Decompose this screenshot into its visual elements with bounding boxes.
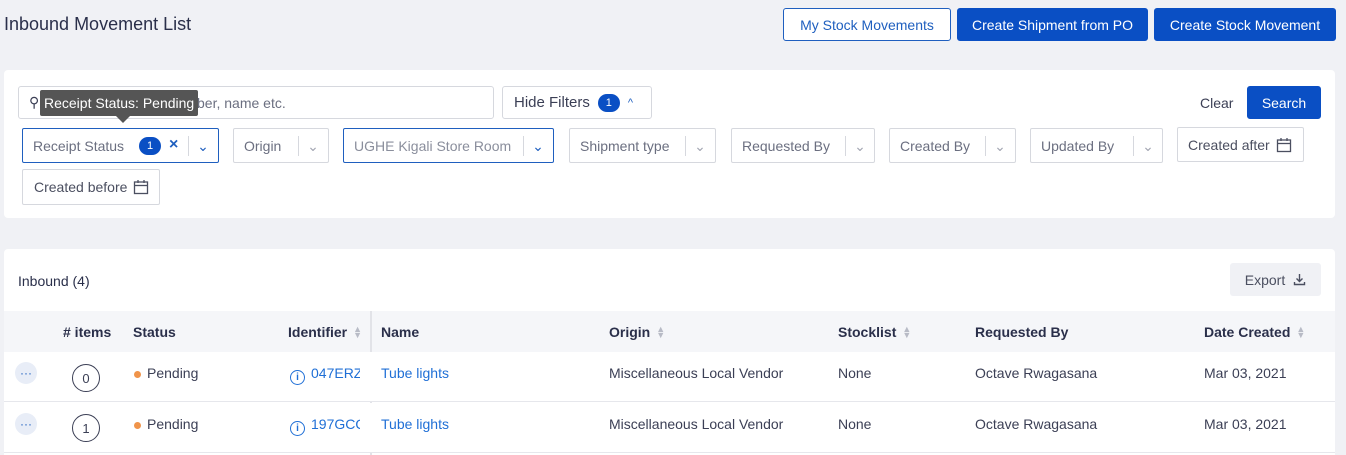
clear-button[interactable]: Clear — [1200, 95, 1233, 111]
calendar-icon — [134, 180, 149, 195]
updated-by-filter[interactable]: Updated By ⌄ — [1030, 128, 1163, 163]
status-cell: Pending — [134, 416, 198, 432]
row-actions-button[interactable]: ··· — [15, 413, 37, 435]
column-stocklist[interactable]: Stocklist ▲ ▼ — [838, 324, 911, 340]
stocklist-cell: None — [838, 365, 872, 381]
column-date-created[interactable]: Date Created ▲ ▼ — [1204, 324, 1305, 340]
hide-filters-label: Hide Filters — [514, 94, 590, 111]
requested-by-cell: Octave Rwagasana — [975, 365, 1098, 381]
created-by-label: Created By — [900, 137, 971, 154]
search-icon: ⚲ — [29, 94, 40, 110]
destination-filter-value: UGHE Kigali Store Room — [354, 137, 512, 154]
sort-icon: ▲ ▼ — [656, 324, 666, 340]
column-items[interactable]: # items — [63, 324, 111, 340]
name-link[interactable]: Tube lights — [381, 365, 449, 381]
receipt-status-filter[interactable]: Receipt Status 1 × ⌄ — [22, 128, 219, 163]
search-button[interactable]: Search — [1247, 86, 1321, 119]
info-icon: i — [290, 370, 305, 385]
requested-by-cell: Octave Rwagasana — [975, 416, 1098, 432]
origin-filter[interactable]: Origin ⌄ — [233, 128, 329, 163]
date-created-cell: Mar 03, 2021 — [1204, 365, 1287, 381]
hide-filters-button[interactable]: Hide Filters 1 ^ — [502, 86, 652, 119]
destination-filter[interactable]: UGHE Kigali Store Room ⌄ — [343, 128, 554, 163]
origin-cell: Miscellaneous Local Vendor — [609, 365, 784, 381]
column-requested-by[interactable]: Requested By — [975, 324, 1068, 340]
status-dot — [134, 370, 141, 378]
origin-filter-label: Origin — [244, 137, 282, 154]
column-name[interactable]: Name — [381, 324, 419, 340]
status-cell: Pending — [134, 365, 198, 381]
identifier-link[interactable]: i197GCQ — [290, 416, 360, 436]
chevron-down-icon[interactable]: ⌄ — [690, 136, 710, 156]
created-after-filter[interactable]: Created after — [1177, 127, 1304, 162]
receipt-status-tooltip: Receipt Status: Pending — [40, 90, 199, 123]
items-count: 0 — [72, 364, 100, 392]
chevron-down-icon[interactable]: ⌄ — [990, 136, 1010, 156]
requested-by-label: Requested By — [742, 137, 830, 154]
export-button[interactable]: Export — [1230, 263, 1321, 296]
identifier-link[interactable]: i 047ERZ — [290, 365, 360, 385]
chevron-down-icon[interactable]: ⌄ — [303, 136, 323, 156]
chevron-down-icon[interactable]: ⌄ — [850, 136, 870, 156]
name-link[interactable]: Tube lights — [381, 416, 449, 432]
status-dot — [134, 421, 141, 429]
sort-icon: ▲ ▼ — [1296, 324, 1306, 340]
stocklist-cell: None — [838, 416, 872, 432]
created-before-filter[interactable]: Created before — [22, 169, 160, 205]
created-by-filter[interactable]: Created By ⌄ — [889, 128, 1016, 163]
download-icon — [1294, 274, 1306, 286]
row-actions-button[interactable]: ··· — [15, 362, 37, 384]
page-title: Inbound Movement List — [4, 14, 192, 34]
calendar-icon — [1276, 137, 1291, 152]
shipment-type-filter[interactable]: Shipment type ⌄ — [569, 128, 716, 163]
create-shipment-from-po-button[interactable]: Create Shipment from PO — [957, 8, 1148, 41]
column-status[interactable]: Status — [133, 324, 176, 340]
chevron-down-icon[interactable]: ⌄ — [1138, 136, 1158, 156]
export-label: Export — [1244, 271, 1286, 288]
filter-count-badge: 1 — [597, 93, 620, 112]
sort-icon: ▲ ▼ — [353, 324, 363, 340]
chevron-down-icon[interactable]: ⌄ — [528, 136, 548, 156]
receipt-status-count-badge: 1 — [139, 137, 161, 155]
my-stock-movements-button[interactable]: My Stock Movements — [783, 8, 951, 41]
search-input-text: ber, name etc. — [197, 95, 286, 111]
info-icon: i — [290, 421, 305, 436]
date-created-cell: Mar 03, 2021 — [1204, 416, 1287, 432]
requested-by-filter[interactable]: Requested By ⌄ — [731, 128, 875, 163]
origin-cell: Miscellaneous Local Vendor — [609, 416, 784, 432]
created-before-label: Created before — [34, 179, 128, 195]
table-header — [4, 311, 1335, 352]
clear-selection-icon[interactable]: × — [169, 136, 178, 154]
table-title: Inbound (4) — [18, 273, 90, 289]
column-origin[interactable]: Origin ▲ ▼ — [609, 324, 665, 340]
column-identifier[interactable]: Identifier ▲ ▼ — [288, 324, 362, 340]
sort-icon: ▲ ▼ — [902, 324, 912, 340]
create-stock-movement-button[interactable]: Create Stock Movement — [1154, 8, 1336, 41]
chevron-down-icon[interactable]: ⌄ — [193, 136, 213, 156]
created-after-label: Created after — [1188, 136, 1270, 153]
items-count: 1 — [72, 414, 100, 442]
updated-by-label: Updated By — [1041, 137, 1115, 154]
shipment-type-label: Shipment type — [580, 137, 670, 154]
chevron-up-icon: ^ — [627, 96, 634, 109]
receipt-status-label: Receipt Status — [33, 137, 125, 154]
